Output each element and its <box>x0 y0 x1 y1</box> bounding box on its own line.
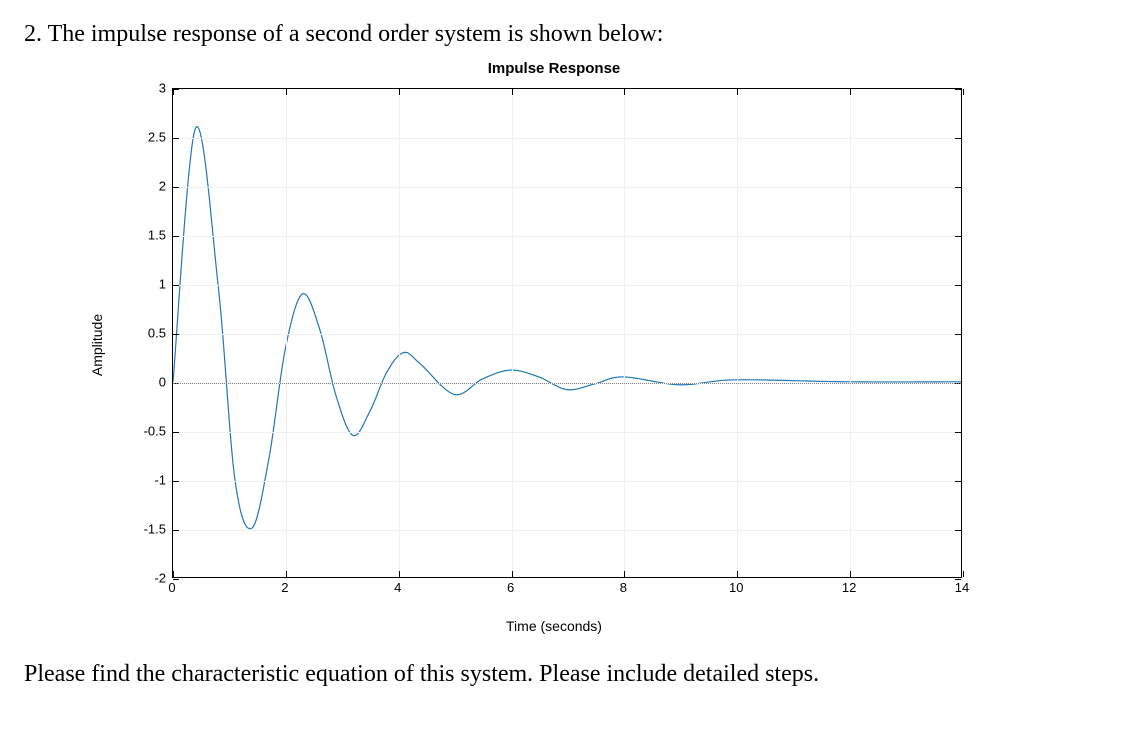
gridline-horizontal <box>173 481 961 482</box>
y-tick-label: 2 <box>126 179 166 194</box>
gridline-vertical <box>624 89 625 577</box>
tick-mark <box>955 236 961 237</box>
tick-mark <box>512 571 513 577</box>
tick-mark <box>286 571 287 577</box>
y-tick-label: -1 <box>126 473 166 488</box>
y-tick-label: 3 <box>126 81 166 96</box>
tick-mark <box>512 89 513 95</box>
tick-mark <box>624 89 625 95</box>
impulse-curve <box>173 89 961 577</box>
gridline-horizontal <box>173 236 961 237</box>
tick-mark <box>173 89 179 90</box>
y-tick-label: 1.5 <box>126 228 166 243</box>
gridline-horizontal <box>173 334 961 335</box>
tick-mark <box>955 481 961 482</box>
tick-mark <box>173 571 174 577</box>
gridline-horizontal <box>173 530 961 531</box>
tick-mark <box>737 571 738 577</box>
tick-mark <box>173 285 179 286</box>
tick-mark <box>399 89 400 95</box>
y-tick-label: -1.5 <box>126 522 166 537</box>
gridline-vertical <box>737 89 738 577</box>
x-tick-label: 10 <box>729 580 743 595</box>
y-tick-label: -0.5 <box>126 424 166 439</box>
x-tick-label: 4 <box>394 580 401 595</box>
tick-mark <box>955 432 961 433</box>
y-tick-label: 2.5 <box>126 130 166 145</box>
tick-mark <box>737 89 738 95</box>
impulse-response-chart: Impulse Response Amplitude Time (seconds… <box>114 60 994 630</box>
question-instructions: Please find the characteristic equation … <box>24 658 1100 690</box>
tick-mark <box>955 530 961 531</box>
gridline-horizontal <box>173 187 961 188</box>
tick-mark <box>624 571 625 577</box>
tick-mark <box>173 236 179 237</box>
x-axis-label: Time (seconds) <box>114 618 994 634</box>
tick-mark <box>399 571 400 577</box>
y-axis-label: Amplitude <box>89 314 105 376</box>
gridline-vertical <box>512 89 513 577</box>
y-tick-label: -2 <box>126 571 166 586</box>
tick-mark <box>955 334 961 335</box>
tick-mark <box>955 285 961 286</box>
x-tick-label: 12 <box>842 580 856 595</box>
tick-mark <box>173 481 179 482</box>
gridline-horizontal <box>173 432 961 433</box>
plot-area <box>172 88 962 578</box>
question-text: 2. The impulse response of a second orde… <box>24 18 1100 50</box>
y-tick-label: 1 <box>126 277 166 292</box>
tick-mark <box>173 138 179 139</box>
tick-mark <box>955 187 961 188</box>
x-tick-label: 6 <box>507 580 514 595</box>
y-tick-label: 0.5 <box>126 326 166 341</box>
x-tick-label: 2 <box>281 580 288 595</box>
tick-mark <box>963 89 964 95</box>
gridline-horizontal <box>173 285 961 286</box>
x-tick-label: 0 <box>168 580 175 595</box>
x-tick-label: 14 <box>955 580 969 595</box>
tick-mark <box>850 571 851 577</box>
tick-mark <box>963 571 964 577</box>
chart-title: Impulse Response <box>114 60 994 77</box>
zero-reference-line <box>173 383 961 384</box>
gridline-horizontal <box>173 138 961 139</box>
tick-mark <box>955 138 961 139</box>
tick-mark <box>173 334 179 335</box>
tick-mark <box>955 89 961 90</box>
tick-mark <box>173 530 179 531</box>
gridline-vertical <box>850 89 851 577</box>
gridline-vertical <box>399 89 400 577</box>
gridline-vertical <box>286 89 287 577</box>
x-tick-label: 8 <box>620 580 627 595</box>
y-tick-label: 0 <box>126 375 166 390</box>
tick-mark <box>850 89 851 95</box>
tick-mark <box>173 187 179 188</box>
tick-mark <box>173 432 179 433</box>
tick-mark <box>286 89 287 95</box>
